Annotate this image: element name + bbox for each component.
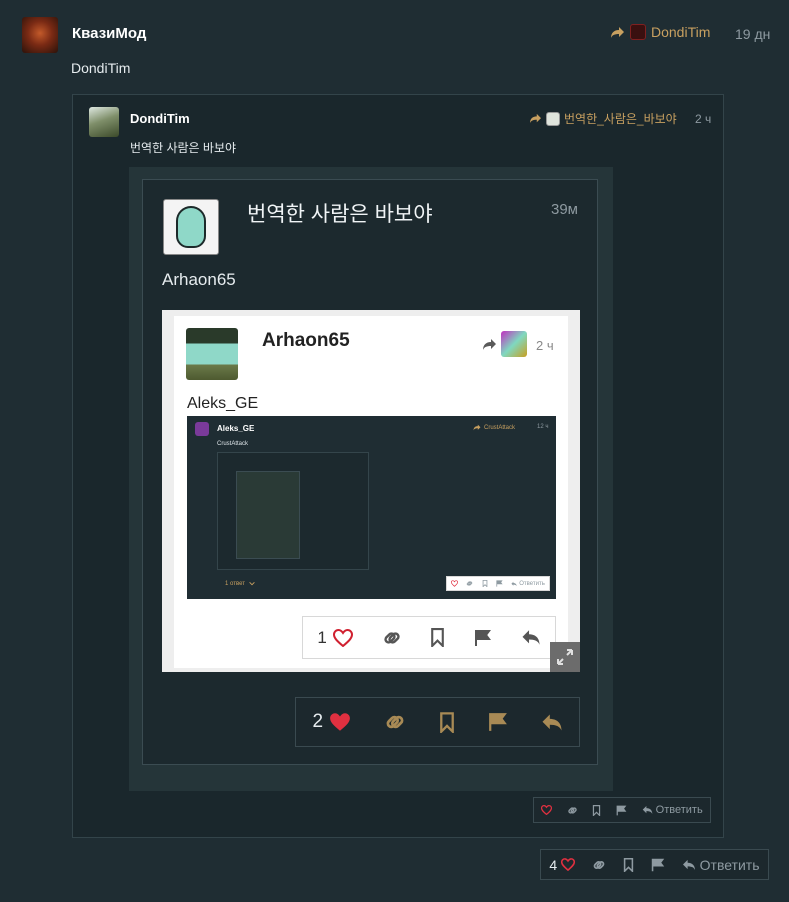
replies-count: 1 ответ (225, 581, 245, 588)
reply-arrow-icon (530, 113, 541, 124)
reply-button[interactable]: Ответить (682, 857, 760, 873)
post-body: CrustAttack (217, 441, 249, 447)
bookmark-icon[interactable] (439, 711, 455, 733)
avatar[interactable] (89, 107, 119, 137)
reply-button[interactable]: Ответить (642, 804, 703, 816)
expand-icon (557, 649, 573, 665)
timestamp[interactable]: 2 ч (536, 338, 554, 353)
reply-arrow-icon[interactable] (541, 713, 563, 732)
reply-button-label: Ответить (519, 580, 545, 587)
reply-to[interactable] (482, 331, 527, 357)
timestamp[interactable]: 12 ч (537, 424, 548, 430)
quoted-post-level3: Arhaon65 2 ч Aleks_GE Aleks_GE CrustAtta… (174, 316, 568, 668)
chevron-down-icon (248, 581, 255, 586)
like-button[interactable]: 2 (312, 711, 351, 733)
reply-arrow-icon (511, 581, 517, 586)
avatar[interactable] (195, 422, 209, 436)
embedded-screenshot: 번역한 사람은 바보야 39м Arhaon65 Arhaon65 2 ч Al… (129, 167, 613, 791)
reply-to[interactable]: 번역한_사람은_바보야 (529, 110, 677, 127)
reply-button-label: Ответить (655, 804, 703, 816)
flag-icon[interactable] (496, 580, 503, 587)
reply-to[interactable]: DondiTim (610, 24, 710, 40)
bookmark-icon[interactable] (592, 804, 601, 816)
nested-screenshot-thumbnail (217, 452, 369, 570)
flag-icon[interactable] (474, 629, 492, 647)
bookmark-icon[interactable] (623, 857, 634, 872)
bookmark-icon[interactable] (430, 628, 445, 647)
heart-icon (330, 713, 350, 731)
heart-icon[interactable] (451, 580, 459, 587)
like-count: 2 (312, 711, 324, 732)
author-name[interactable]: 번역한 사람은 바보야 (247, 198, 433, 228)
flag-icon[interactable] (488, 712, 508, 732)
reply-arrow-icon (611, 26, 624, 38)
reply-to-username: DondiTim (651, 24, 711, 40)
bookmark-icon[interactable] (482, 580, 488, 587)
timestamp[interactable]: 19 дн (735, 26, 770, 42)
post-body: DondiTim (71, 60, 131, 76)
link-icon[interactable] (466, 580, 473, 587)
reply-button-label: Ответить (699, 856, 760, 873)
replies-toggle[interactable]: 1 ответ (225, 581, 255, 587)
embedded-screenshot: Aleks_GE CrustAttack 12 ч CrustAttack 1 … (187, 416, 556, 599)
avatar[interactable] (186, 328, 238, 380)
link-icon[interactable] (592, 858, 606, 872)
avatar[interactable] (163, 199, 219, 255)
reply-to[interactable]: CrustAttack (473, 424, 515, 431)
avatar (630, 24, 646, 40)
like-count: 4 (549, 856, 558, 873)
post-body: 번역한 사람은 바보야 (130, 141, 237, 155)
post-actions: 4 Ответить (540, 849, 769, 880)
like-count: 1 (317, 627, 327, 647)
author-name[interactable]: КвазиМод (72, 25, 146, 42)
timestamp[interactable]: 39м (551, 201, 578, 218)
reply-arrow-icon (473, 424, 481, 431)
reply-to-username: 번역한_사람은_바보야 (564, 112, 677, 126)
link-icon[interactable] (384, 711, 406, 733)
heart-icon[interactable] (541, 805, 553, 815)
reply-arrow-icon[interactable] (521, 629, 541, 646)
avatar[interactable] (22, 17, 58, 53)
nested-screenshot-inner (236, 471, 300, 559)
heart-icon (332, 628, 353, 647)
author-name[interactable]: DondiTim (130, 111, 190, 126)
avatar (501, 331, 527, 357)
quoted-post-level1: DondiTim 번역한_사람은_바보야 2 ч 번역한 사람은 바보야 번역한… (72, 94, 724, 838)
avatar-face (176, 206, 206, 248)
link-icon[interactable] (567, 805, 578, 816)
post-body: Arhaon65 (162, 270, 236, 289)
avatar (546, 111, 560, 126)
reply-arrow-icon (642, 805, 652, 815)
reply-button[interactable]: Ответить (511, 581, 545, 587)
reply-to-username: CrustAttack (484, 424, 516, 431)
quoted-post-level2: 번역한 사람은 바보야 39м Arhaon65 Arhaon65 2 ч Al… (142, 179, 598, 765)
post-actions: Ответить (533, 797, 711, 823)
heart-icon (561, 858, 576, 871)
expand-button[interactable] (550, 642, 580, 672)
post-body: Aleks_GE (187, 395, 259, 412)
author-name[interactable]: Aleks_GE (217, 424, 254, 433)
like-button[interactable]: 1 (317, 627, 353, 648)
flag-icon[interactable] (616, 805, 627, 816)
post-actions: Ответить (446, 576, 550, 591)
author-name[interactable]: Arhaon65 (262, 330, 350, 352)
flag-icon[interactable] (651, 858, 665, 872)
link-icon[interactable] (382, 628, 402, 648)
post-actions: 1 (302, 616, 556, 659)
reply-arrow-icon (682, 859, 695, 870)
timestamp[interactable]: 2 ч (695, 112, 711, 126)
post-actions: 2 (295, 697, 580, 747)
embedded-screenshot: Arhaon65 2 ч Aleks_GE Aleks_GE CrustAtta… (162, 310, 580, 672)
like-button[interactable]: 4 (549, 856, 576, 873)
reply-arrow-icon (483, 338, 496, 350)
